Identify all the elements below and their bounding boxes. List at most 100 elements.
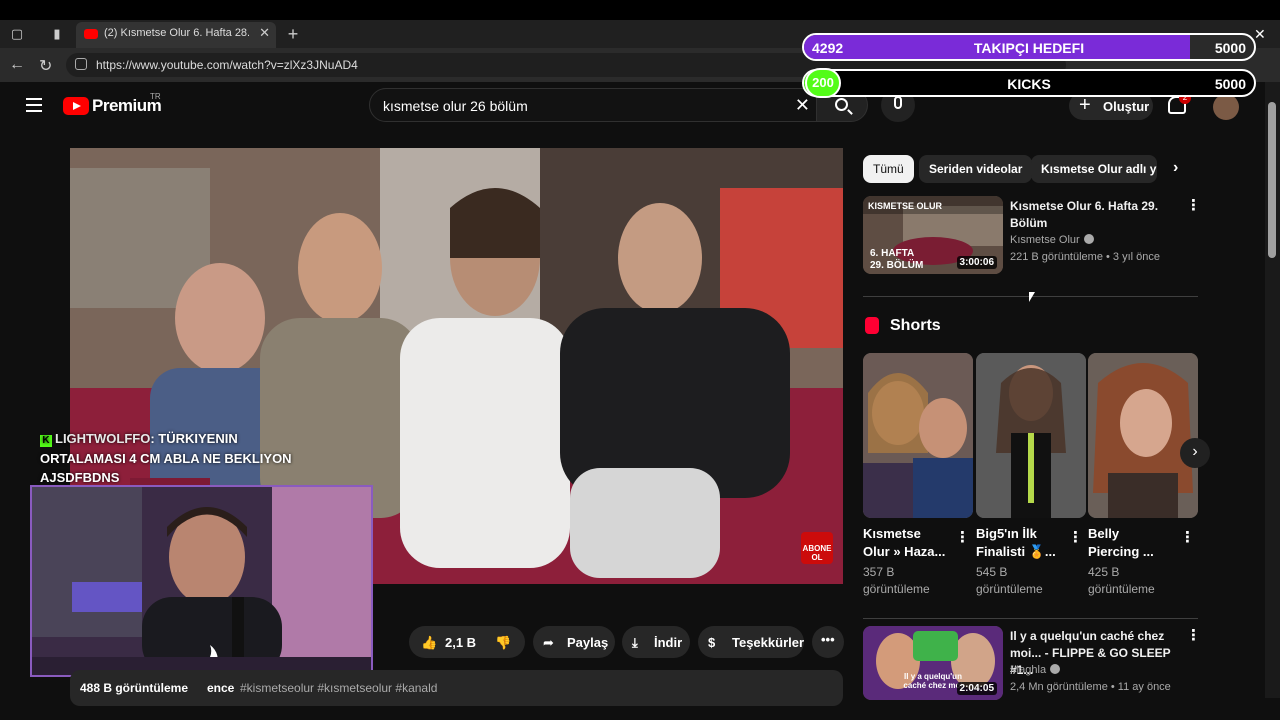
- shorts-title: Shorts: [890, 317, 941, 334]
- more-options-icon[interactable]: ⋮: [1186, 198, 1201, 213]
- logo-region: TR: [150, 92, 161, 101]
- kicks-goal-target: 5000: [1214, 76, 1246, 92]
- shorts-next-icon[interactable]: ›: [1180, 438, 1210, 468]
- thumbnail-text-2a: 6. HAFTA: [870, 248, 915, 259]
- description-box[interactable]: 488 B görüntüleme ence #kismetseolur #kı…: [70, 670, 843, 706]
- share-button[interactable]: ➦ Paylaş: [533, 626, 615, 658]
- verified-icon: [1050, 664, 1061, 674]
- screen: ▢ ▮ + (2) Kısmetse Olur 6. Hafta 28. Böl…: [0, 0, 1280, 720]
- chat-message: ORTALAMASI 4 CM ABLA NE BEKLIYON AJSDFBD…: [40, 451, 292, 485]
- channel-name: Kısmetse Olur: [1010, 234, 1080, 246]
- plus-icon: +: [1079, 94, 1091, 116]
- search-input[interactable]: kısmetse olur 26 bölüm ✕: [369, 88, 817, 122]
- like-dislike-group: 👍 2,1 B 👎: [409, 626, 525, 658]
- follower-goal-label: TAKIPÇI HEDEFI: [973, 40, 1085, 56]
- video-duration: 2:04:05: [956, 682, 997, 695]
- back-icon[interactable]: ←: [9, 56, 25, 74]
- subscribe-badge: ABONE OL: [801, 532, 833, 564]
- subscribe-badge-line2: OL: [811, 553, 823, 562]
- recommended-video[interactable]: Il y a quelqu'un caché chez moi 2:04:05 I…: [863, 626, 1201, 701]
- like-count[interactable]: 2,1 B: [445, 635, 476, 650]
- short-item[interactable]: Kısmetse Olur » Haza... 357 B görüntülem…: [863, 353, 973, 596]
- more-actions-button[interactable]: •••: [812, 626, 844, 658]
- share-icon: ➦: [543, 635, 554, 650]
- chip-series[interactable]: Seriden videolar: [919, 155, 1033, 183]
- kicks-goal-current: 200: [805, 68, 841, 98]
- thumbnail-text-2: 6. HAFTA 29. BÖLÜM: [870, 248, 923, 272]
- hashtags[interactable]: #kismetseolur #kısmetseolur #kanald: [240, 681, 437, 695]
- chips-next-icon[interactable]: ›: [1165, 155, 1186, 183]
- avatar[interactable]: [1213, 94, 1239, 120]
- more-options-icon[interactable]: ⋮: [1068, 530, 1083, 545]
- page-scrollbar[interactable]: [1265, 82, 1280, 698]
- more-options-icon[interactable]: ⋮: [1180, 530, 1195, 545]
- webcam-frame: [32, 487, 371, 675]
- download-icon: ⤓: [632, 635, 638, 650]
- thumbnail-text-1: KISMETSE OLUR: [868, 201, 943, 211]
- short-title[interactable]: Big5'ın İlk Finalisti 🏅...: [976, 525, 1061, 561]
- short-views: 357 B görüntüleme: [863, 565, 930, 596]
- window-close-icon[interactable]: ✕: [1254, 26, 1266, 43]
- search-icon: [835, 98, 848, 111]
- channel-name: Maghla: [1010, 664, 1047, 676]
- more-icon: •••: [821, 632, 835, 647]
- clear-search-icon[interactable]: ✕: [795, 95, 810, 116]
- thanks-icon: $: [708, 635, 716, 650]
- site-info-icon[interactable]: [75, 58, 87, 70]
- pinned-tab-icon[interactable]: ▮: [48, 25, 66, 43]
- recommended-channel[interactable]: Kısmetse Olur: [1010, 234, 1094, 246]
- thumbnail-text-2: caché chez moi: [903, 681, 963, 690]
- chip-channel[interactable]: Kısmetse Olur adlı yü: [1031, 155, 1157, 183]
- thumbs-up-icon[interactable]: 👍: [421, 635, 437, 651]
- chat-separator: :: [150, 431, 155, 446]
- short-title[interactable]: Belly Piercing ...: [1088, 525, 1173, 561]
- chip-all[interactable]: Tümü: [863, 155, 914, 183]
- tab-close-icon[interactable]: ✕: [259, 25, 270, 41]
- thanks-label: Teşekkürler: [732, 635, 805, 650]
- thumbnail-text-2b: 29. BÖLÜM: [870, 260, 924, 271]
- youtube-favicon-icon: [84, 29, 98, 39]
- thumbs-down-icon[interactable]: 👎: [495, 635, 511, 651]
- url-text: https://www.youtube.com/watch?v=zlXz3JNu…: [96, 58, 358, 72]
- shorts-icon: [865, 317, 879, 334]
- new-tab-button[interactable]: +: [284, 25, 302, 43]
- divider: [863, 618, 1198, 619]
- short-item[interactable]: Belly Piercing ... 425 B görüntüleme ⋮: [1088, 353, 1198, 596]
- chat-username-line: K LIGHTWOLFFO: TÜRKIYENIN: [40, 431, 238, 447]
- recommended-title[interactable]: Kısmetse Olur 6. Hafta 29. Bölüm: [1010, 198, 1180, 232]
- short-thumbnail[interactable]: [976, 353, 1086, 518]
- youtube-logo-icon[interactable]: [63, 97, 89, 115]
- download-button[interactable]: ⤓ İndir: [622, 626, 690, 658]
- video-thumbnail[interactable]: KISMETSE OLUR 6. HAFTA 29. BÖLÜM 3:00:06: [863, 196, 1003, 274]
- upload-time-fragment: ence: [207, 681, 235, 695]
- more-options-icon[interactable]: ⋮: [1186, 628, 1201, 643]
- menu-icon[interactable]: [26, 98, 42, 116]
- video-duration: 3:00:06: [956, 256, 997, 269]
- mouse-cursor: [1029, 292, 1035, 302]
- active-tab[interactable]: (2) Kısmetse Olur 6. Hafta 28. Bölü ✕: [76, 22, 276, 48]
- reload-icon[interactable]: ↻: [39, 56, 52, 76]
- chat-message-start: TÜRKIYENIN: [158, 431, 238, 446]
- video-thumbnail[interactable]: Il y a quelqu'un caché chez moi 2:04:05: [863, 626, 1003, 700]
- verified-icon: [1083, 234, 1094, 244]
- chat-username: LIGHTWOLFFO: [55, 431, 151, 446]
- recommended-video[interactable]: KISMETSE OLUR 6. HAFTA 29. BÖLÜM 3:00:06 …: [863, 196, 1201, 276]
- short-item[interactable]: Big5'ın İlk Finalisti 🏅... 545 B görüntü…: [976, 353, 1086, 596]
- subscribe-badge-line1: ABONE: [802, 544, 832, 553]
- short-views: 545 B görüntüleme: [976, 565, 1043, 596]
- thanks-button[interactable]: $ Teşekkürler: [698, 626, 804, 658]
- share-label: Paylaş: [567, 635, 609, 650]
- kick-icon: K: [40, 435, 52, 447]
- short-thumbnail[interactable]: [1088, 353, 1198, 518]
- download-label: İndir: [654, 635, 683, 650]
- view-count: 488 B görüntüleme: [80, 681, 189, 695]
- create-label: Oluştur: [1103, 99, 1150, 114]
- more-options-icon[interactable]: ⋮: [955, 530, 970, 545]
- scrollbar-thumb[interactable]: [1268, 102, 1276, 258]
- follower-goal-bar: TAKIPÇI HEDEFI 4292 5000: [802, 33, 1256, 61]
- tab-actions-icon[interactable]: ▢: [8, 25, 26, 43]
- webcam-overlay: [30, 485, 373, 677]
- short-title[interactable]: Kısmetse Olur » Haza...: [863, 525, 948, 561]
- short-thumbnail[interactable]: [863, 353, 973, 518]
- recommended-channel[interactable]: Maghla: [1010, 664, 1061, 676]
